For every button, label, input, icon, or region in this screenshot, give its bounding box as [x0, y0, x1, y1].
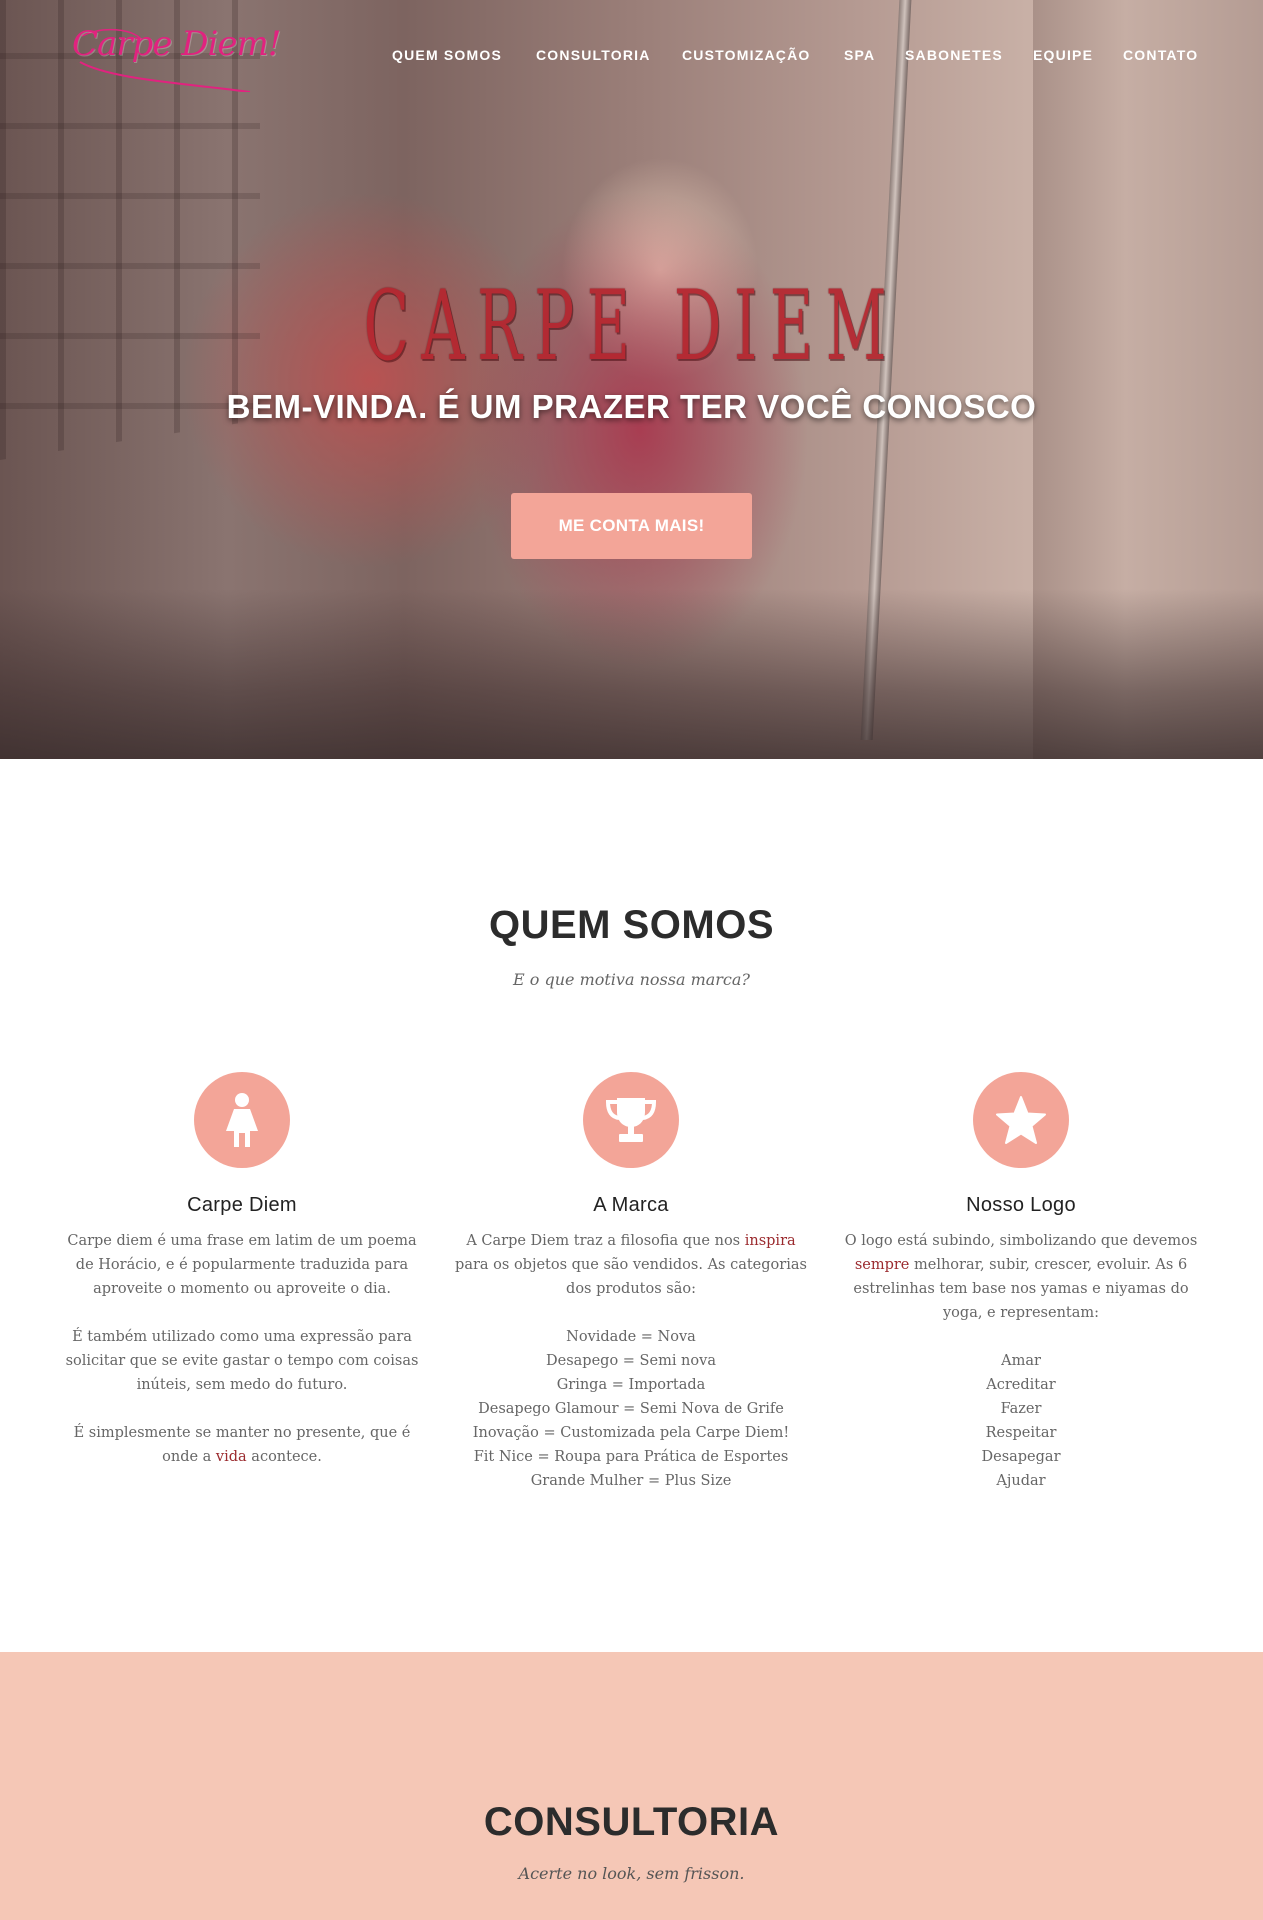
nav-item-sabonetes[interactable]: SABONETES [905, 47, 1003, 63]
site-logo[interactable]: Carpe Diem! [72, 22, 281, 92]
feature-nosso-logo: Nosso Logo O logo está subindo, simboliz… [841, 1072, 1201, 1493]
list-item: Respeitar [985, 1425, 1057, 1441]
nav-item-quem-somos[interactable]: QUEM SOMOS [392, 47, 502, 63]
hero-section: Carpe Diem! QUEM SOMOS CONSULTORIA CUSTO… [0, 0, 1263, 759]
feature-paragraph: É também utilizado como uma expressão pa… [65, 1329, 419, 1393]
hero-background-wall [1033, 0, 1263, 759]
star-icon [996, 1096, 1046, 1144]
about-subtitle: E o que motiva nossa marca? [512, 970, 751, 989]
female-icon [226, 1093, 258, 1147]
feature-paragraph: A Carpe Diem traz a filosofia que nos in… [451, 1229, 811, 1301]
text-segment: acontece. [251, 1449, 322, 1465]
feature-icon-circle [973, 1072, 1069, 1168]
highlight-word: inspira [744, 1233, 796, 1249]
consultoria-subtitle: Acerte no look, sem frisson. [518, 1864, 745, 1883]
list-item: Gringa = Importada [556, 1377, 706, 1393]
list-item: Desapego = Semi nova [546, 1353, 716, 1369]
feature-body: Carpe diem é uma frase em latim de um po… [62, 1229, 422, 1469]
trophy-icon [605, 1098, 657, 1142]
list-item: Desapego Glamour = Semi Nova de Grife [478, 1401, 784, 1417]
feature-icon-circle [194, 1072, 290, 1168]
list-item: Amar [1001, 1353, 1041, 1369]
list-item: Desapegar [981, 1449, 1061, 1465]
highlight-word: vida [215, 1449, 247, 1465]
main-nav: QUEM SOMOS CONSULTORIA CUSTOMIZAÇÃO SPA … [392, 47, 1203, 67]
list-item: Inovação = Customizada pela Carpe Diem! [472, 1425, 790, 1441]
list-item: Ajudar [996, 1473, 1046, 1489]
feature-carpe-diem: Carpe Diem Carpe diem é uma frase em lat… [62, 1072, 422, 1469]
text-segment: O logo está subindo, simbolizando que de… [844, 1233, 1198, 1249]
feature-body: O logo está subindo, simbolizando que de… [841, 1229, 1201, 1493]
nav-item-consultoria[interactable]: CONSULTORIA [536, 47, 651, 63]
list-item: Fit Nice = Roupa para Prática de Esporte… [473, 1449, 789, 1465]
highlight-word: sempre [854, 1257, 910, 1273]
feature-title: A Marca [593, 1194, 669, 1216]
nav-item-contato[interactable]: CONTATO [1123, 47, 1198, 63]
text-segment: para os objetos que são vendidos. As cat… [455, 1257, 807, 1297]
logo-text: Carpe Diem! [72, 24, 281, 64]
feature-title: Nosso Logo [966, 1194, 1076, 1216]
feature-icon-circle [583, 1072, 679, 1168]
list-item: Novidade = Nova [566, 1329, 696, 1345]
feature-paragraph: Carpe diem é uma frase em latim de um po… [67, 1233, 417, 1297]
nav-item-spa[interactable]: SPA [844, 47, 875, 63]
nav-item-customizacao[interactable]: CUSTOMIZAÇÃO [682, 47, 810, 63]
list-item: Grande Mulher = Plus Size [530, 1473, 732, 1489]
about-title: QUEM SOMOS [488, 903, 775, 947]
text-segment: A Carpe Diem traz a filosofia que nos [466, 1233, 741, 1249]
feature-body: A Carpe Diem traz a filosofia que nos in… [451, 1229, 811, 1493]
consultoria-section: CONSULTORIA Acerte no look, sem frisson. [0, 1652, 1263, 1920]
nav-item-equipe[interactable]: EQUIPE [1033, 47, 1093, 63]
feature-paragraph: O logo está subindo, simbolizando que de… [841, 1229, 1201, 1325]
feature-a-marca: A Marca A Carpe Diem traz a filosofia qu… [451, 1072, 811, 1493]
consultoria-title: CONSULTORIA [483, 1800, 780, 1844]
list-item: Acreditar [986, 1377, 1056, 1393]
hero-tagline: BEM-VINDA. É UM PRAZER TER VOCÊ CONOSCO [226, 388, 1037, 425]
hero-cta-button[interactable]: ME CONTA MAIS! [511, 493, 752, 559]
list-item: Fazer [1000, 1401, 1042, 1417]
feature-paragraph: É simplesmente se manter no presente, qu… [62, 1421, 422, 1469]
hero-brand-title: CARPE DIEM [363, 270, 899, 382]
feature-title: Carpe Diem [187, 1194, 297, 1216]
